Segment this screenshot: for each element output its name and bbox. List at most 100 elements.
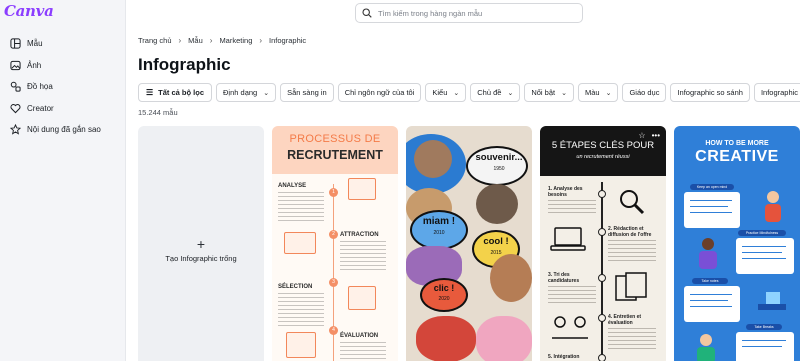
- step-title: 2. Rédaction et diffusion de l'offre: [608, 226, 652, 238]
- create-blank-card[interactable]: + Tạo Infographic trống: [138, 126, 264, 361]
- template-subtitle: un recrutement réussi: [576, 154, 630, 160]
- section-title: ATTRACTION: [340, 232, 379, 238]
- sidebar-item-label: Nội dung đã gắn sao: [27, 125, 101, 135]
- template-card-creative[interactable]: HOW TO BE MORE CREATIVE Keep an open min…: [674, 126, 800, 361]
- section-text: [340, 342, 386, 361]
- chip-label: Giáo dục: [629, 88, 660, 97]
- chip-label: Định dạng: [223, 88, 258, 97]
- breadcrumb-templates[interactable]: Mẫu: [188, 36, 203, 45]
- tip-pill: Take notes: [692, 278, 728, 284]
- chip-label: Sẵn sàng in: [287, 88, 327, 97]
- create-blank-label: Tạo Infographic trống: [165, 253, 237, 263]
- step-dot: 3: [329, 278, 338, 287]
- card-actions: ☆ •••: [638, 131, 660, 140]
- sidebar-nav: Mẫu Ảnh Đồ họa Creator Nội dung đã gắn s…: [0, 33, 126, 141]
- tip-pill: Practice Mindfulness: [738, 230, 786, 236]
- timeline-line: [601, 182, 603, 361]
- main-content: Trang chủ › Mẫu › Marketing › Infographi…: [126, 0, 800, 361]
- text-line: [742, 252, 782, 254]
- sidebar-item-label: Mẫu: [27, 39, 43, 49]
- section-title: SÉLECTION: [278, 284, 313, 290]
- page-title: Infographic: [138, 55, 231, 74]
- filter-color[interactable]: Màu ⌄: [577, 83, 619, 102]
- chevron-right-icon: ›: [178, 36, 182, 45]
- sidebar-item-photos[interactable]: Ảnh: [0, 55, 126, 77]
- template-icon: [9, 38, 21, 50]
- step-title: 3. Tri des candidatures: [548, 272, 580, 284]
- chip-label: Màu: [584, 88, 600, 97]
- filter-my-language[interactable]: Chỉ ngôn ngữ của tôi: [337, 83, 422, 102]
- text-line: [742, 346, 782, 348]
- chip-label: Nổi bật: [531, 88, 556, 97]
- filter-style[interactable]: Kiểu ⌄: [425, 83, 467, 102]
- star-icon[interactable]: ☆: [638, 131, 645, 140]
- step-text: [548, 200, 596, 214]
- filter-theme[interactable]: Chủ đề ⌄: [470, 83, 521, 102]
- text-line: [690, 300, 728, 302]
- section-text: [278, 192, 324, 222]
- step-title: 1. Analyse des besoins: [548, 186, 583, 198]
- plus-icon: +: [196, 235, 206, 252]
- breadcrumb-home[interactable]: Trang chủ: [138, 36, 172, 45]
- filter-featured[interactable]: Nổi bật ⌄: [524, 83, 574, 102]
- chevron-right-icon: ›: [259, 36, 263, 45]
- laptop-icon: [550, 227, 586, 251]
- breadcrumb-current[interactable]: Infographic: [269, 36, 306, 45]
- text-line: [742, 246, 786, 248]
- person-illustration: [765, 191, 781, 222]
- sidebar-item-label: Đồ họa: [27, 82, 53, 92]
- step-dot: [598, 354, 606, 361]
- filter-education[interactable]: Giáo dục: [622, 83, 667, 102]
- text-line: [690, 206, 728, 208]
- document-illustration: [348, 286, 376, 310]
- tip-box: [684, 192, 740, 228]
- tag-year: 1950: [493, 166, 505, 172]
- template-card-souvenir[interactable]: souvenir... 1950 miam ! 2010 cool ! 2015…: [406, 126, 532, 361]
- all-filters-button[interactable]: ☰ Tất cả bộ lọc: [138, 83, 213, 102]
- sidebar-item-starred[interactable]: Nội dung đã gắn sao: [0, 119, 126, 141]
- search-bar[interactable]: [355, 3, 583, 23]
- template-title-line2: RECRUTEMENT: [287, 148, 383, 162]
- all-filters-label: Tất cả bộ lọc: [158, 88, 205, 97]
- sidebar-item-templates[interactable]: Mẫu: [0, 33, 126, 55]
- filter-format[interactable]: Định dạng ⌄: [216, 83, 277, 102]
- section-text: [278, 293, 324, 327]
- meeting-icon: [552, 316, 588, 339]
- template-title: 5 ÉTAPES CLÉS POUR: [551, 140, 655, 151]
- documents-icon: [615, 272, 647, 301]
- breadcrumb-marketing[interactable]: Marketing: [219, 36, 252, 45]
- tip-box: [684, 286, 740, 322]
- canva-logo[interactable]: Canva: [4, 2, 54, 20]
- step-text: [548, 286, 596, 304]
- step-text: [608, 240, 656, 262]
- text-line: [690, 306, 732, 308]
- person-illustration: [697, 334, 715, 361]
- step-dot: [598, 274, 606, 282]
- filter-data[interactable]: Infographic dữ liệu: [753, 83, 800, 102]
- filter-print-ready[interactable]: Sẵn sàng in: [280, 83, 334, 102]
- more-options-icon[interactable]: •••: [652, 131, 660, 140]
- sliders-icon: ☰: [146, 88, 154, 97]
- sidebar-item-label: Ảnh: [27, 60, 42, 70]
- step-dot: [598, 314, 606, 322]
- step-dot: [598, 190, 606, 198]
- chip-label: Kiểu: [432, 88, 448, 97]
- breadcrumb: Trang chủ › Mẫu › Marketing › Infographi…: [138, 36, 306, 45]
- sidebar-item-graphics[interactable]: Đồ họa: [0, 76, 126, 98]
- template-title-big: CREATIVE: [695, 148, 779, 165]
- sidebar-item-creator[interactable]: Creator: [0, 98, 126, 120]
- chip-label: Infographic so sánh: [677, 88, 743, 97]
- text-line: [690, 294, 732, 296]
- photo: [414, 140, 452, 178]
- photo: [476, 184, 518, 224]
- search-input[interactable]: [378, 8, 568, 18]
- photo: [490, 254, 532, 302]
- chevron-down-icon: ⌄: [453, 89, 460, 97]
- chevron-down-icon: ⌄: [561, 89, 567, 97]
- template-card-recrutement[interactable]: PROCESSUS DE RECRUTEMENT 1 2 3 4 ANALYSE…: [272, 126, 398, 361]
- filter-comparison[interactable]: Infographic so sánh: [670, 83, 750, 102]
- text-line: [690, 200, 732, 202]
- template-title-line1: PROCESSUS DE: [289, 133, 381, 145]
- template-card-etapes[interactable]: ☆ ••• 5 ÉTAPES CLÉS POUR un recrutement …: [540, 126, 666, 361]
- tag-year: 2010: [433, 230, 445, 236]
